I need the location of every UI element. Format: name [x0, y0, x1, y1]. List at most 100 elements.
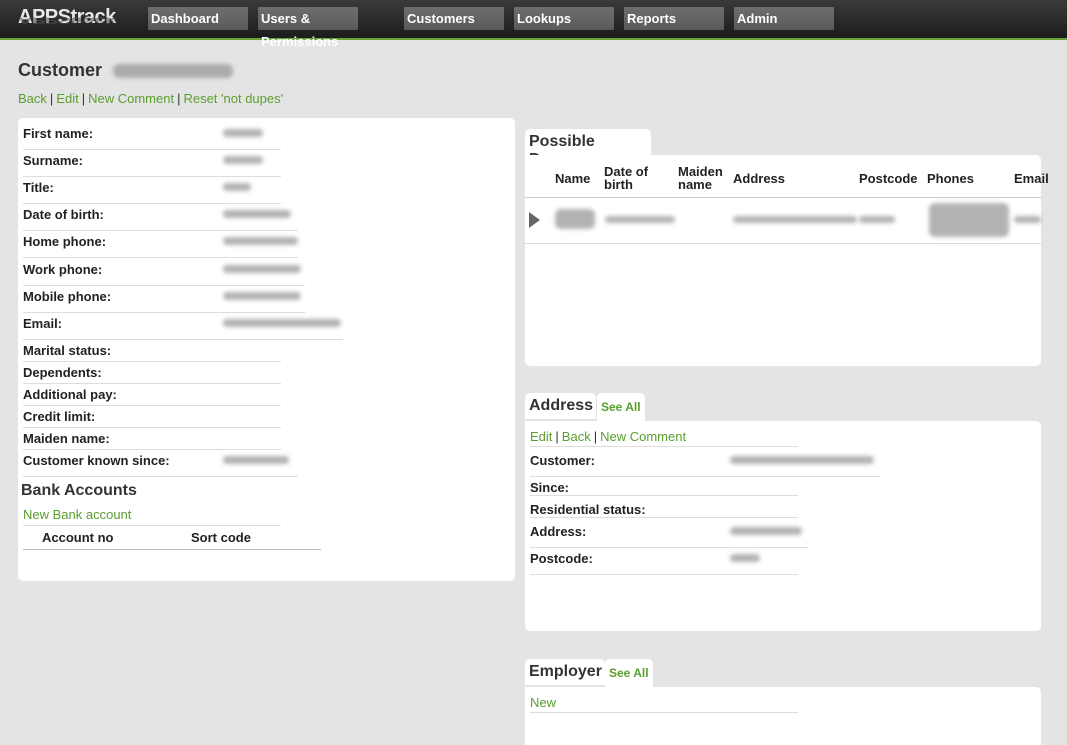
nav-tab-lookups[interactable]: Lookups: [514, 7, 614, 30]
field-label: Maiden name:: [23, 431, 110, 446]
new-bank-account-row: New Bank account: [23, 507, 281, 526]
top-navigation-bar: APPStrack APPStrack Dashboard Users & Pe…: [0, 0, 1067, 49]
nav-tab-users-permissions[interactable]: Users & Permissions: [258, 7, 358, 49]
redacted-value: [733, 216, 857, 223]
field-work-phone: Work phone:: [23, 259, 305, 286]
field-label: Work phone:: [23, 262, 103, 277]
redacted-value: [223, 265, 301, 273]
field-home-phone: Home phone:: [23, 231, 298, 258]
possible-dupes-tab: Possible Dupes: [525, 129, 651, 168]
field-label: Home phone:: [23, 234, 107, 249]
redacted-value: [223, 210, 291, 218]
field-surname: Surname:: [23, 150, 281, 177]
field-date-of-birth: Date of birth:: [23, 204, 298, 231]
redacted-value: [223, 319, 341, 327]
address-tab: Address: [525, 393, 596, 419]
field-label: Email:: [23, 316, 63, 331]
column-address: Address: [733, 171, 786, 186]
field-additional-pay: Additional pay:: [23, 384, 281, 406]
redacted-value: [223, 292, 301, 300]
field-label: Dependents:: [23, 365, 102, 380]
address-edit-link[interactable]: Edit: [530, 429, 552, 444]
nav-tab-reports[interactable]: Reports: [624, 7, 724, 30]
app-logo-reflection: APPStrack: [18, 15, 116, 25]
redacted-value: [223, 456, 289, 464]
nav-tab-dashboard[interactable]: Dashboard: [148, 7, 248, 30]
employer-new-link[interactable]: New: [530, 695, 556, 710]
address-back-link[interactable]: Back: [562, 429, 591, 444]
field-label: Date of birth:: [23, 207, 104, 222]
back-link[interactable]: Back: [18, 91, 47, 106]
redacted-value: [1014, 216, 1041, 223]
redacted-value: [730, 554, 760, 562]
column-postcode: Postcode: [859, 171, 918, 186]
page-actions: Back | Edit | New Comment | Reset 'not dupes': [18, 91, 284, 106]
employer-see-all-link[interactable]: See All: [605, 659, 653, 687]
redacted-value: [605, 216, 675, 223]
redacted-value: [223, 237, 298, 245]
new-bank-account-link[interactable]: New Bank account: [23, 507, 131, 522]
field-label: Residential status:: [530, 502, 646, 517]
redacted-value: [929, 203, 1009, 237]
address-field-postcode: Postcode:: [530, 548, 798, 575]
page-title: Customer: [18, 60, 234, 81]
redacted-value: [730, 527, 802, 535]
field-label: Credit limit:: [23, 409, 96, 424]
possible-dupes-panel: Name Date of birth Maiden name Address P…: [525, 155, 1049, 366]
field-label: Title:: [23, 180, 54, 195]
redacted-value: [223, 156, 263, 164]
table-row[interactable]: [525, 199, 1041, 244]
employer-tab: Employer: [525, 659, 605, 685]
field-label: Address:: [530, 524, 587, 539]
field-credit-limit: Credit limit:: [23, 406, 281, 428]
column-maiden-name: Maiden name: [678, 164, 723, 192]
field-label: Mobile phone:: [23, 289, 112, 304]
field-maiden-name: Maiden name:: [23, 428, 281, 450]
dupes-table-header: Name Date of birth Maiden name Address P…: [525, 164, 1049, 198]
field-marital-status: Marital status:: [23, 340, 281, 362]
employer-new-row: New: [530, 695, 798, 713]
address-field-residential-status: Residential status:: [530, 499, 798, 518]
address-field-address: Address:: [530, 521, 808, 548]
reset-not-dupes-link[interactable]: Reset 'not dupes': [183, 91, 283, 106]
field-label: Since:: [530, 480, 570, 495]
nav-tab-admin[interactable]: Admin: [734, 7, 834, 30]
page-title-text: Customer: [18, 60, 103, 80]
column-email: Email: [1014, 171, 1049, 186]
redacted-value: [730, 456, 874, 464]
column-sort-code: Sort code: [191, 530, 251, 545]
redacted-value: [555, 209, 595, 229]
column-account-no: Account no: [42, 530, 114, 545]
field-label: Customer known since:: [23, 453, 170, 468]
employer-panel: New: [525, 687, 1041, 745]
bank-accounts-heading: Bank Accounts: [21, 482, 137, 499]
address-field-since: Since:: [530, 477, 798, 496]
field-label: Postcode:: [530, 551, 593, 566]
redacted-value: [223, 183, 251, 191]
address-panel: Edit | Back | New Comment Customer: Since: R…: [525, 421, 1041, 631]
column-name: Name: [555, 171, 591, 186]
expand-row-icon[interactable]: [529, 212, 540, 228]
field-label: Marital status:: [23, 343, 112, 358]
field-mobile-phone: Mobile phone:: [23, 286, 305, 313]
field-label: Additional pay:: [23, 387, 117, 402]
address-see-all-link[interactable]: See All: [597, 393, 645, 421]
bank-accounts-table-header: Account no Sort code: [23, 529, 321, 550]
column-phones: Phones: [927, 171, 974, 186]
new-comment-link[interactable]: New Comment: [88, 91, 174, 106]
nav-tab-customers[interactable]: Customers: [404, 7, 504, 30]
redacted-value: [223, 129, 263, 137]
address-new-comment-link[interactable]: New Comment: [600, 429, 686, 444]
address-actions: Edit | Back | New Comment: [530, 429, 798, 447]
field-label: First name:: [23, 126, 94, 141]
field-dependents: Dependents:: [23, 362, 281, 384]
customer-details-panel: First name: Surname: Title: Date of birt…: [18, 118, 515, 581]
edit-link[interactable]: Edit: [56, 91, 78, 106]
field-label: Customer:: [530, 453, 596, 468]
field-email: Email:: [23, 313, 343, 340]
address-heading: Address: [529, 397, 594, 414]
redacted-value: [859, 216, 895, 223]
field-customer-known-since: Customer known since:: [23, 450, 298, 477]
field-title: Title:: [23, 177, 281, 204]
field-label: Surname:: [23, 153, 83, 168]
